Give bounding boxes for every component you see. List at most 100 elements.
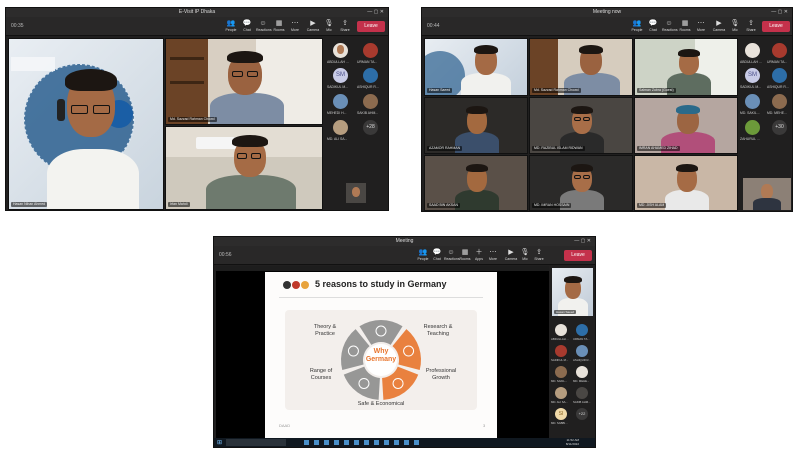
window-controls[interactable]: — ▢ ✕	[367, 8, 384, 17]
avatar[interactable]	[555, 345, 567, 357]
participant-name: Hasan Nihan Ahmed	[11, 202, 48, 207]
share-button[interactable]: ⇪ Share	[338, 20, 352, 33]
chat-button[interactable]: 💬 Chat	[240, 20, 254, 33]
camera-button[interactable]: ▶ Camera	[306, 20, 320, 33]
chat-button[interactable]: 💬 Chat	[646, 20, 660, 33]
slide-page-number: 3	[483, 423, 486, 428]
participant-roster: Hasan Saeed ABDULLAH ... URMAN TA... SAD…	[550, 266, 595, 438]
avatar[interactable]: SI	[555, 408, 567, 420]
reason-label: Safe & Economical	[357, 401, 405, 407]
video-tile: Irfan Mahdi	[165, 126, 323, 210]
share-button[interactable]: ⇪ Share	[532, 249, 546, 262]
reactions-button[interactable]: ☺ Reactions	[256, 20, 272, 33]
people-button[interactable]: 👥 People	[224, 20, 238, 33]
rooms-icon: ▦	[681, 20, 689, 27]
mic-icon: 🎙	[324, 20, 334, 27]
participant-name: Irfan Mahdi	[168, 202, 190, 207]
reactions-icon: ☺	[665, 20, 673, 27]
reactions-button[interactable]: ☺ Reactions	[444, 249, 460, 262]
more-participants[interactable]: +22	[576, 408, 588, 420]
share-icon: ⇪	[342, 20, 348, 27]
share-icon: ⇪	[536, 249, 542, 256]
more-icon: ⋯	[697, 20, 705, 27]
meeting-toolbar: 00:44 👥 People 💬 Chat ☺ Reactions ▦ Rooms ⋯ M…	[422, 17, 792, 36]
avatar[interactable]	[772, 43, 787, 58]
video-tile: IMRAN AHAMED ZIHAD	[634, 97, 738, 154]
avatar[interactable]	[745, 43, 760, 58]
more-button[interactable]: ⋯ More	[288, 20, 302, 33]
reactions-button[interactable]: ☺ Reactions	[662, 20, 678, 33]
avatar[interactable]: SM	[745, 68, 760, 83]
avatar[interactable]	[363, 43, 378, 58]
more-button[interactable]: ⋯ More	[694, 20, 708, 33]
leave-button[interactable]: Leave	[357, 21, 385, 32]
camera-button[interactable]: ▶ Camera	[504, 249, 518, 262]
rooms-button[interactable]: ▦ Rooms	[272, 20, 286, 33]
avatar[interactable]	[745, 120, 760, 135]
slide-footer: DAAD	[279, 423, 291, 428]
avatar[interactable]: SM	[333, 68, 348, 83]
avatar[interactable]	[576, 324, 588, 336]
avatar[interactable]	[772, 94, 787, 109]
meeting-timer: 00:35	[11, 23, 24, 29]
avatar[interactable]	[555, 387, 567, 399]
leave-button[interactable]: Leave	[564, 250, 592, 261]
rooms-button[interactable]: ▦ Rooms	[678, 20, 692, 33]
meeting-timer: 00:44	[427, 23, 440, 29]
meeting-window-2: Meeting now — ▢ ✕ 00:44 👥 People 💬 Chat ☺ R…	[421, 7, 793, 212]
rooms-button[interactable]: ▦ Rooms	[458, 249, 472, 262]
meeting-window-1: E-Visit IP Dhaka — ▢ ✕ 00:35 👥 People 💬 Ch…	[5, 7, 389, 211]
window-title: Meeting now	[422, 8, 792, 17]
rooms-icon: ▦	[275, 20, 283, 27]
more-icon: ⋯	[489, 249, 497, 256]
self-view	[743, 178, 791, 210]
people-icon: 👥	[226, 20, 236, 27]
more-participants[interactable]: +30	[772, 120, 787, 135]
people-button[interactable]: 👥 People	[630, 20, 644, 33]
apps-button[interactable]: ＋ Apps	[472, 249, 486, 262]
camera-icon: ▶	[310, 20, 316, 27]
more-button[interactable]: ⋯ More	[486, 249, 500, 262]
share-icon: ⇪	[748, 20, 754, 27]
apps-icon: ＋	[475, 249, 483, 256]
mic-button[interactable]: 🎙 Mic	[322, 20, 336, 33]
avatar[interactable]	[363, 68, 378, 83]
avatar[interactable]	[333, 120, 348, 135]
video-tile: SAAD BIN AKSAN	[424, 155, 528, 211]
chat-button[interactable]: 💬 Chat	[430, 249, 444, 262]
mic-button[interactable]: 🎙 Mic	[518, 249, 532, 262]
avatar[interactable]	[576, 345, 588, 357]
avatar[interactable]	[772, 68, 787, 83]
window-controls[interactable]: — ▢ ✕	[771, 8, 788, 17]
chat-icon: 💬	[648, 20, 658, 27]
avatar[interactable]	[576, 387, 588, 399]
people-button[interactable]: 👥 People	[416, 249, 430, 262]
meeting-toolbar: 00:56 👥 People 💬 Chat ☺ Reactions ▦ Rooms ＋ A…	[214, 246, 595, 265]
taskbar-search[interactable]	[226, 439, 286, 446]
avatar[interactable]	[576, 366, 588, 378]
window-controls[interactable]: — ▢ ✕	[574, 237, 591, 246]
avatar[interactable]	[745, 94, 760, 109]
presentation-slide: 5 reasons to study in Germany Why German…	[265, 272, 497, 438]
start-icon[interactable]: ⊞	[217, 439, 222, 446]
participant-name: Md. Sazzad Rahman Chowd	[168, 117, 217, 122]
reactions-icon: ☺	[447, 249, 455, 256]
mic-button[interactable]: 🎙 Mic	[728, 20, 742, 33]
avatar[interactable]	[555, 366, 567, 378]
meeting-toolbar: 00:35 👥 People 💬 Chat ☺ Reactions ▦ Rooms ⋯ M…	[6, 17, 388, 36]
people-icon: 👥	[632, 20, 642, 27]
share-button[interactable]: ⇪ Share	[744, 20, 758, 33]
leave-button[interactable]: Leave	[762, 21, 790, 32]
participant-roster: ABDULLAH ... URMAN TA... SM SADIKUL M...…	[739, 38, 792, 211]
mic-icon: 🎙	[730, 20, 740, 27]
avatar[interactable]	[363, 94, 378, 109]
video-tile: Salman Zubra (Guest)	[634, 38, 738, 96]
avatar[interactable]	[555, 324, 567, 336]
avatar[interactable]	[333, 94, 348, 109]
window-title: E-Visit IP Dhaka	[6, 8, 388, 17]
people-icon: 👥	[418, 249, 428, 256]
more-participants[interactable]: +28	[363, 120, 378, 135]
avatar[interactable]	[333, 43, 348, 58]
reason-label: Range of Courses	[309, 368, 333, 381]
camera-button[interactable]: ▶ Camera	[712, 20, 726, 33]
